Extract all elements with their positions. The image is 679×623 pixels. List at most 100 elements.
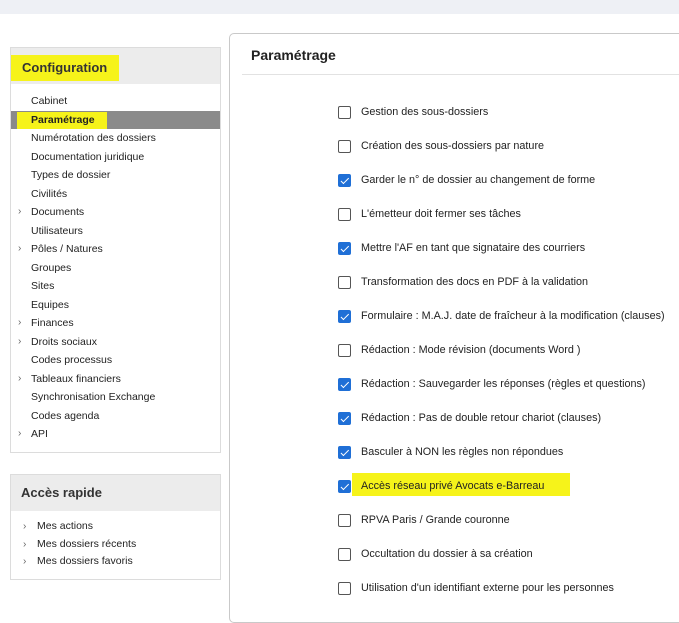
chevron-right-icon[interactable]: › (18, 240, 21, 259)
chevron-right-icon[interactable]: › (18, 203, 21, 222)
sidebar-item-label: Codes processus (31, 354, 113, 366)
sidebar-item-label: Civilités (31, 187, 68, 200)
option-garder-le-n-de-dossier-au-changement-de-forme: Garder le n° de dossier au changement de… (338, 171, 679, 191)
option-checkbox[interactable] (338, 548, 351, 561)
option-label[interactable]: Mettre l'AF en tant que signataire des c… (361, 241, 585, 255)
option-l-emetteur-doit-fermer-ses-taches: L'émetteur doit fermer ses tâches (338, 205, 679, 225)
option-label[interactable]: Garder le n° de dossier au changement de… (361, 173, 595, 187)
sidebar-item-label: Types de dossier (31, 169, 111, 181)
quick-access-header: Accès rapide (11, 475, 220, 511)
sidebar-item-types-de-dossier[interactable]: Types de dossier (11, 166, 220, 185)
sidebar-item-parametrage[interactable]: Paramétrage (11, 110, 220, 129)
settings-panel: Paramétrage Gestion des sous-dossiers Cré… (229, 33, 679, 623)
option-checkbox[interactable] (338, 242, 351, 255)
sidebar-item-sites[interactable]: Sites (11, 277, 220, 296)
option-gestion-des-sous-dossiers: Gestion des sous-dossiers (338, 103, 679, 123)
option-label[interactable]: Basculer à NON les règles non répondues (361, 445, 563, 459)
option-label[interactable]: RPVA Paris / Grande couronne (361, 513, 510, 527)
top-bar (0, 0, 679, 14)
sidebar-item-synchronisation-exchange[interactable]: Synchronisation Exchange (11, 388, 220, 407)
quick-access-item-mes-dossiers-recents[interactable]: › Mes dossiers récents (11, 536, 220, 554)
sidebar-item-label: Finances (31, 317, 74, 329)
sidebar-item-codes-agenda[interactable]: Codes agenda (11, 407, 220, 426)
option-transformation-des-docs-en-pdf-a-la-validation: Transformation des docs en PDF à la vali… (338, 273, 679, 293)
quick-access-item-label: Mes dossiers récents (37, 537, 137, 550)
sidebar-item-finances[interactable]: › Finances (11, 314, 220, 333)
sidebar-item-label: Codes agenda (31, 409, 100, 422)
chevron-right-icon[interactable]: › (18, 370, 21, 389)
option-label[interactable]: Rédaction : Mode révision (documents Wor… (361, 343, 580, 357)
option-creation-des-sous-dossiers-par-nature: Création des sous-dossiers par nature (338, 137, 679, 157)
option-label[interactable]: L'émetteur doit fermer ses tâches (361, 207, 521, 221)
quick-access-list: › Mes actions › Mes dossiers récents › Mes do… (11, 518, 220, 571)
sidebar-item-cabinet[interactable]: Cabinet (11, 92, 220, 111)
configuration-header: Configuration (11, 48, 220, 84)
sidebar-item-codes-processus[interactable]: Codes processus (11, 351, 220, 370)
quick-access-item-mes-dossiers-favoris[interactable]: › Mes dossiers favoris (11, 553, 220, 571)
sidebar-item-poles-natures[interactable]: › Pôles / Natures (11, 240, 220, 259)
sidebar-item-label: Droits sociaux (31, 335, 97, 348)
sidebar-item-label: Numérotation des dossiers (31, 132, 156, 144)
sidebar-item-label: Tableaux financiers (31, 372, 121, 385)
configuration-panel: Configuration Cabinet Paramétrage Numérota… (10, 47, 221, 453)
option-redaction-sauvegarder-les-reponses-regles-et-questions: Rédaction : Sauvegarder les réponses (rè… (338, 375, 679, 395)
option-checkbox[interactable] (338, 480, 351, 493)
option-checkbox[interactable] (338, 514, 351, 527)
chevron-right-icon: › (23, 521, 27, 532)
option-label[interactable]: Rédaction : Sauvegarder les réponses (rè… (361, 377, 645, 391)
sidebar-item-label: Pôles / Natures (31, 243, 103, 255)
sidebar-item-label: Paramétrage (31, 113, 95, 126)
option-label[interactable]: Formulaire : M.A.J. date de fraîcheur à … (361, 309, 665, 323)
chevron-right-icon: › (23, 538, 27, 550)
option-checkbox[interactable] (338, 446, 351, 459)
sidebar-item-label: Groupes (31, 261, 72, 274)
option-mettre-l-af-en-tant-que-signataire-des-courriers: Mettre l'AF en tant que signataire des c… (338, 239, 679, 259)
configuration-title: Configuration (22, 60, 108, 75)
title-divider (242, 74, 679, 75)
option-checkbox[interactable] (338, 140, 351, 153)
sidebar-item-label: Cabinet (31, 95, 68, 107)
sidebar-item-documents[interactable]: › Documents (11, 203, 220, 222)
option-checkbox[interactable] (338, 106, 351, 119)
sidebar-item-label: API (31, 428, 48, 440)
option-label[interactable]: Accès réseau privé Avocats e-Barreau (361, 479, 544, 493)
option-basculer-a-non-les-regles-non-repondues: Basculer à NON les règles non répondues (338, 443, 679, 463)
option-checkbox[interactable] (338, 208, 351, 221)
option-label[interactable]: Transformation des docs en PDF à la vali… (361, 275, 588, 289)
option-label[interactable]: Occultation du dossier à sa création (361, 547, 533, 561)
option-redaction-pas-de-double-retour-chariot-clauses: Rédaction : Pas de double retour chariot… (338, 409, 679, 429)
option-acces-reseau-prive-avocats-e-barreau: Accès réseau privé Avocats e-Barreau (338, 473, 679, 497)
sidebar-item-utilisateurs[interactable]: Utilisateurs (11, 222, 220, 241)
sidebar-item-label: Documentation juridique (31, 150, 145, 163)
sidebar-item-documentation-juridique[interactable]: Documentation juridique (11, 148, 220, 167)
option-checkbox[interactable] (338, 310, 351, 323)
option-label[interactable]: Gestion des sous-dossiers (361, 105, 488, 119)
quick-access-panel: Accès rapide › Mes actions › Mes dossiers r… (10, 474, 221, 580)
option-redaction-mode-revision-documents-word: Rédaction : Mode révision (documents Wor… (338, 341, 679, 361)
chevron-right-icon[interactable]: › (18, 425, 21, 444)
option-label[interactable]: Rédaction : Pas de double retour chariot… (361, 411, 601, 425)
sidebar-item-droits-sociaux[interactable]: › Droits sociaux (11, 333, 220, 352)
sidebar-item-label: Equipes (31, 298, 69, 311)
sidebar-item-tableaux-financiers[interactable]: › Tableaux financiers (11, 370, 220, 389)
sidebar-item-numerotation-des-dossiers[interactable]: Numérotation des dossiers (11, 129, 220, 148)
option-checkbox[interactable] (338, 174, 351, 187)
option-label[interactable]: Création des sous-dossiers par nature (361, 139, 544, 153)
sidebar-item-api[interactable]: › API (11, 425, 220, 444)
sidebar-item-civilites[interactable]: Civilités (11, 185, 220, 204)
option-checkbox[interactable] (338, 276, 351, 289)
option-formulaire-m-a-j-date-de-fraicheur-a-la-modification-clauses: Formulaire : M.A.J. date de fraîcheur à … (338, 307, 679, 327)
quick-access-title: Accès rapide (21, 485, 102, 500)
sidebar-item-groupes[interactable]: Groupes (11, 259, 220, 278)
option-checkbox[interactable] (338, 412, 351, 425)
chevron-right-icon[interactable]: › (18, 333, 21, 352)
quick-access-item-mes-actions[interactable]: › Mes actions (11, 518, 220, 536)
option-checkbox[interactable] (338, 582, 351, 595)
sidebar-item-equipes[interactable]: Equipes (11, 296, 220, 315)
option-utilisation-d-un-identifiant-externe-pour-les-personnes: Utilisation d'un identifiant externe pou… (338, 579, 679, 599)
sidebar-item-label: Utilisateurs (31, 224, 83, 237)
option-checkbox[interactable] (338, 344, 351, 357)
chevron-right-icon[interactable]: › (18, 314, 21, 333)
option-checkbox[interactable] (338, 378, 351, 391)
option-label[interactable]: Utilisation d'un identifiant externe pou… (361, 581, 614, 595)
